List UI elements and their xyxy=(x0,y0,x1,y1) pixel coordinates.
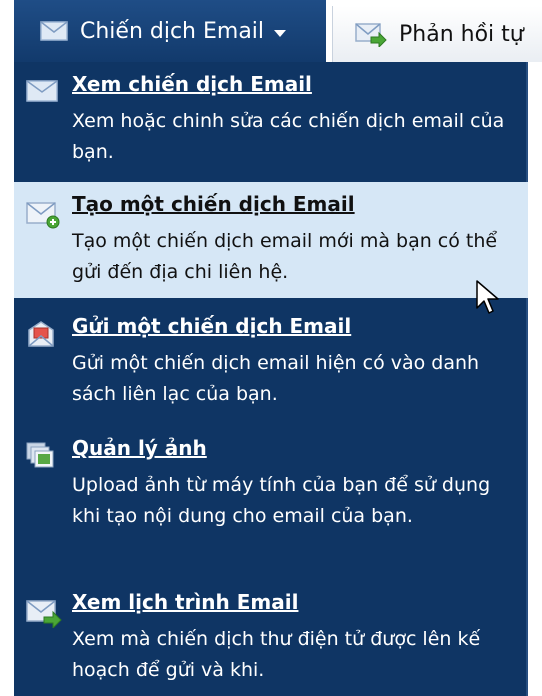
menu-item-desc: Tạo một chiến dịch email mới mà bạn có t… xyxy=(72,230,498,283)
menu-item-title[interactable]: Xem chiến dịch Email xyxy=(72,72,312,96)
images-icon xyxy=(26,442,54,468)
menu-item-desc: Xem mà chiến dịch thư điện tử được lên k… xyxy=(72,628,481,681)
menu-item-title[interactable]: Quản lý ảnh xyxy=(72,436,207,460)
envelope-icon xyxy=(40,21,68,41)
envelope-arrow-icon xyxy=(26,598,62,628)
tab-label: Phản hồi tự xyxy=(399,21,524,47)
dropdown-menu: Xem chiến dịch Email Xem hoặc chinh sửa … xyxy=(14,62,528,696)
email-send-icon xyxy=(26,320,56,348)
tab-bar: Chiến dịch Email Phản hồi tự xyxy=(0,0,542,62)
envelope-arrow-icon xyxy=(355,21,387,47)
tab-email-campaigns[interactable]: Chiến dịch Email xyxy=(14,0,326,62)
menu-item-title[interactable]: Xem lịch trình Email xyxy=(72,590,298,614)
envelope-add-icon xyxy=(26,200,62,230)
menu-item-manage-images[interactable]: Quản lý ảnh Upload ảnh từ máy tính của b… xyxy=(14,426,528,566)
menu-item-desc: Gửi một chiến dịch email hiện có vào dan… xyxy=(72,352,480,405)
menu-item-view-schedule[interactable]: Xem lịch trình Email Xem mà chiến dịch t… xyxy=(14,580,528,696)
menu-item-view-campaigns[interactable]: Xem chiến dịch Email Xem hoặc chinh sửa … xyxy=(14,62,528,178)
menu-item-desc: Upload ảnh từ máy tính của bạn để sử dụn… xyxy=(72,474,491,527)
menu-item-send-campaign[interactable]: Gửi một chiến dịch Email Gửi một chiến d… xyxy=(14,304,528,420)
tab-autoresponder[interactable]: Phản hồi tự xyxy=(332,6,542,62)
menu-item-create-campaign[interactable]: Tạo một chiến dịch Email Tạo một chiến d… xyxy=(14,182,528,298)
chevron-down-icon[interactable] xyxy=(274,29,287,37)
menu-item-title[interactable]: Tạo một chiến dịch Email xyxy=(72,192,355,216)
tab-label: Chiến dịch Email xyxy=(80,18,265,44)
mouse-cursor-icon xyxy=(476,280,500,316)
envelope-icon xyxy=(26,80,58,102)
menu-item-desc: Xem hoặc chinh sửa các chiến dịch email … xyxy=(72,110,505,163)
menu-item-title[interactable]: Gửi một chiến dịch Email xyxy=(72,314,351,338)
